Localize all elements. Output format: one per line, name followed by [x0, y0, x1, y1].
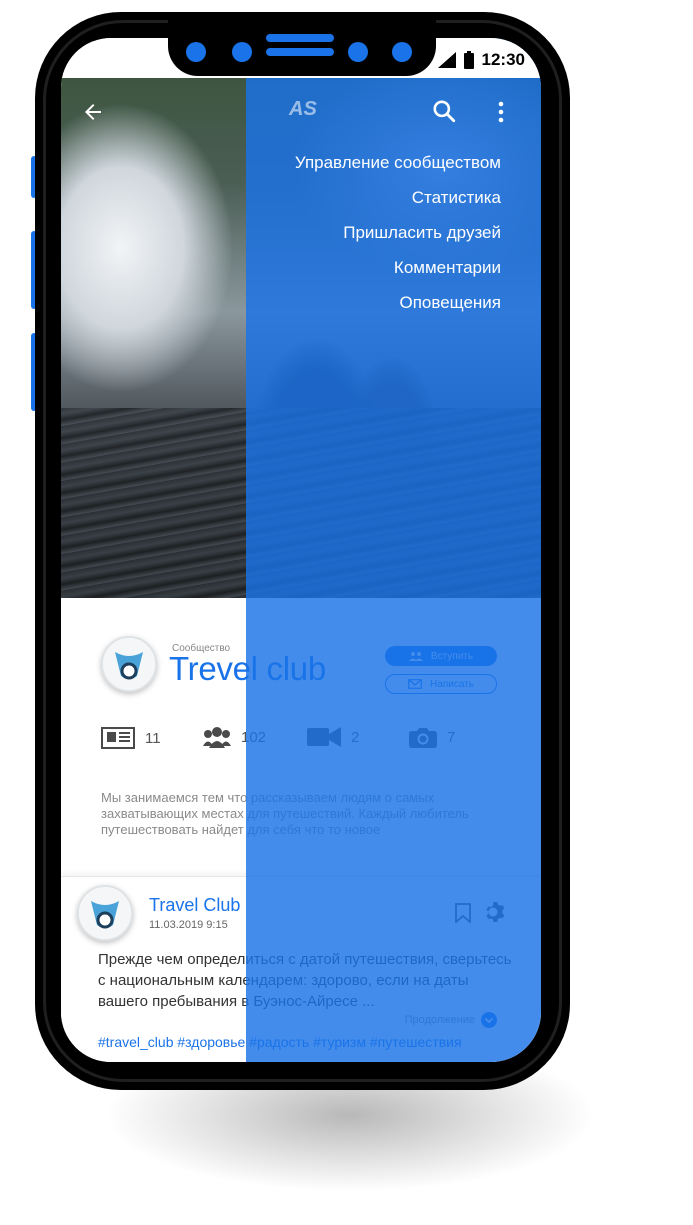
- camera-dot: [392, 42, 412, 62]
- battery-icon: [463, 51, 474, 69]
- group-logo-icon: [79, 887, 131, 939]
- post-author-name[interactable]: Travel Club: [149, 895, 240, 916]
- stat-videos-count: 2: [351, 728, 360, 746]
- menu-item-manage-community[interactable]: Управление сообществом: [295, 150, 501, 185]
- news-icon: [101, 727, 135, 749]
- back-arrow-icon[interactable]: [81, 100, 105, 124]
- camera-icon: [409, 728, 437, 748]
- signal-icon: [437, 52, 456, 68]
- more-vert-icon[interactable]: [497, 100, 505, 124]
- app-logo: AS: [289, 98, 317, 120]
- group-title: Trevel club: [169, 650, 326, 687]
- stat-photos-count: 7: [447, 728, 456, 746]
- post-tags[interactable]: #travel_club #здоровье #радость #туризм …: [98, 1034, 462, 1050]
- stat-members[interactable]: 102: [203, 726, 266, 748]
- cover-photo-water: [61, 408, 541, 598]
- phone-screen: 12:30 AS Управление сообществом Статисти…: [61, 38, 541, 1062]
- stat-videos[interactable]: 2: [307, 726, 359, 748]
- read-more-label: Продолжение: [404, 1014, 475, 1026]
- gear-icon[interactable]: [483, 900, 507, 924]
- speaker-bar: [266, 34, 334, 42]
- group-avatar[interactable]: [101, 636, 157, 692]
- phone-notch: [168, 18, 436, 76]
- members-icon: [203, 727, 231, 748]
- video-icon: [307, 727, 341, 747]
- stat-news-count: 11: [145, 729, 161, 747]
- group-logo-icon: [103, 638, 155, 690]
- search-icon[interactable]: [431, 98, 457, 124]
- stat-members-count: 102: [241, 728, 267, 746]
- post-date: 11.03.2019 9:15: [149, 919, 228, 931]
- speaker-bar: [266, 48, 334, 56]
- post-author-avatar[interactable]: [77, 885, 133, 941]
- overflow-menu: Управление сообществом Статистика Пришла…: [295, 150, 501, 325]
- read-more-link[interactable]: Продолжение: [405, 1012, 497, 1028]
- post-text: Прежде чем определиться с датой путешест…: [98, 951, 512, 1010]
- message-button[interactable]: Написать: [385, 674, 497, 694]
- chevron-down-icon: [481, 1012, 497, 1028]
- join-button-label: Вступить: [430, 650, 474, 662]
- mail-icon: [408, 679, 422, 689]
- menu-item-invite-friends[interactable]: Пришласить друзей: [295, 220, 501, 255]
- message-button-label: Написать: [430, 678, 474, 690]
- menu-item-comments[interactable]: Комментарии: [295, 255, 501, 290]
- bookmark-icon[interactable]: [455, 903, 471, 923]
- camera-dot: [186, 42, 206, 62]
- stat-news[interactable]: 11: [101, 726, 161, 750]
- group-description: Мы занимаемся тем что рассказываем людям…: [101, 790, 469, 837]
- members-icon: [408, 652, 423, 661]
- stat-photos[interactable]: 7: [409, 726, 455, 748]
- menu-item-notifications[interactable]: Оповещения: [295, 290, 501, 325]
- camera-dot: [232, 42, 252, 62]
- join-button[interactable]: Вступить: [385, 646, 497, 666]
- post-card: Travel Club 11.03.2019 9:15 Прежде чем о…: [61, 876, 541, 1062]
- status-time: 12:30: [481, 50, 525, 69]
- camera-dot: [348, 42, 368, 62]
- menu-item-statistics[interactable]: Статистика: [295, 185, 501, 220]
